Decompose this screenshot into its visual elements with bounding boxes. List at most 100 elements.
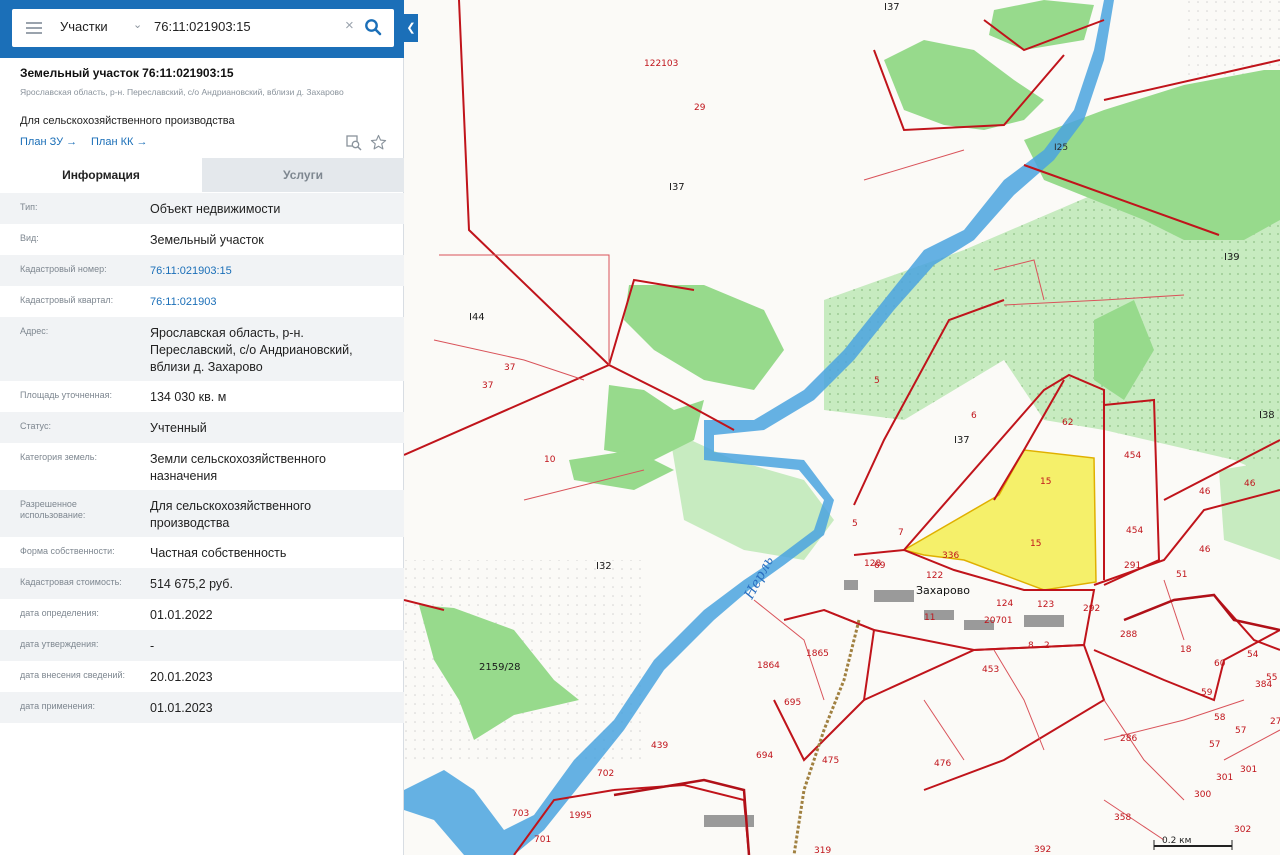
attribute-key: Адрес: [20,326,49,336]
parcel-label: 10 [544,455,556,465]
scale-label: 0.2 км [1162,836,1191,846]
parcel-label: 59 [1201,688,1213,698]
collapse-panel-button[interactable]: ❮ [404,14,418,42]
parcel-label: 37 [504,363,515,373]
parcel-label: 1865 [806,649,829,659]
selected-parcel[interactable] [902,449,1097,591]
clear-icon[interactable]: × [345,17,354,34]
parcel-label: 46 [1199,487,1211,497]
attribute-value: 01.01.2023 [150,701,213,715]
attribute-value-link[interactable]: 76:11:021903:15 [150,263,390,280]
tab-information[interactable]: Информация [0,158,202,192]
attribute-key: дата внесения сведений: [20,670,125,680]
parcel-label: 694 [756,751,773,761]
menu-icon[interactable] [26,22,42,34]
attribute-value-link[interactable]: 76:11:021903 [150,294,390,311]
chevron-down-icon[interactable]: ⌄ [133,18,142,31]
parcel-label: I25 [1054,143,1068,153]
parcel-label: 8 [1028,641,1034,651]
attribute-row: Вид: Земельный участок [0,224,404,255]
attribute-value: 514 675,2 руб. [150,577,233,591]
attribute-value: Учтенный [150,421,207,435]
zoom-to-object-icon[interactable] [346,135,362,151]
parcel-label: 122103 [644,59,678,69]
attribute-value: 134 030 кв. м [150,390,227,404]
parcel-label: 124 [996,599,1013,609]
attributes-table: Тип: Объект недвижимости Вид: Земельный уча… [0,193,404,723]
attribute-value: 20.01.2023 [150,670,213,684]
attribute-value: Частная собственность [150,546,287,560]
search-bar: Участки ⌄ 76:11:021903:15 × [0,0,404,58]
attribute-row: дата определения: 01.01.2022 [0,599,404,630]
parcel-label: I44 [469,312,485,323]
tabs: Информация Услуги [0,158,404,192]
map-canvas[interactable]: I37 122103 29 I37 I25 I39 I44 37 5 6 62 I37 I38 10 454… [404,0,1280,855]
parcel-label: 2 [1044,641,1050,651]
river-name-label: Нерль [741,554,777,603]
search-type-select[interactable]: Участки [60,19,108,34]
attribute-row: Площадь уточненная: 134 030 кв. м [0,381,404,412]
parcel-label: 29 [694,103,706,113]
parcel-label: 392 [1034,845,1051,855]
parcel-label: 5 [874,376,880,386]
parcel-label: I38 [1259,410,1275,421]
parcel-label: 302 [1234,825,1251,835]
parcel-label: 476 [934,759,951,769]
parcel-label: 18 [1180,645,1192,655]
parcel-label: 51 [1176,570,1187,580]
parcel-label: 300 [1194,790,1211,800]
attribute-row: Категория земель: Земли сельскохозяйствен… [0,443,404,490]
attribute-row: Статус: Учтенный [0,412,404,443]
parcel-label: I39 [1224,252,1240,263]
attribute-key: Вид: [20,233,39,243]
star-icon[interactable] [370,134,387,151]
plan-zu-link[interactable]: План ЗУ → [20,136,77,148]
parcel-label: 20701 [984,616,1013,626]
plan-kk-link[interactable]: План КК → [91,136,147,148]
parcel-label: I37 [669,182,685,193]
parcel-label: 292 [1083,604,1100,614]
search-icon[interactable] [364,18,382,36]
attribute-key: Категория земель: [20,452,97,462]
parcel-label: 275 [1270,717,1280,727]
forest-area [624,285,784,390]
info-panel: Участки ⌄ 76:11:021903:15 × ❮ Земельный … [0,0,418,855]
parcel-label: 695 [784,698,801,708]
parcel-label: 37 [482,381,493,391]
parcel-label: 122 [926,571,943,581]
parcel-label: 15 [1040,477,1051,487]
parcel-label: 384 [1255,680,1272,690]
search-input[interactable]: 76:11:021903:15 [154,19,251,34]
attribute-key: Кадастровая стоимость: [20,577,122,587]
parcel-label: 128 [864,559,881,569]
parcel-label: 7 [898,528,904,538]
parcel-label: 336 [942,551,959,561]
parcel-label: 454 [1126,526,1143,536]
attribute-value: Для сельскохозяйственного производства [150,499,312,530]
attribute-key: дата утверждения: [20,639,99,649]
attribute-key: Тип: [20,202,38,212]
parcel-label: 702 [597,769,614,779]
attribute-row: дата утверждения: - [0,630,404,661]
parcel-label: 439 [651,741,668,751]
cadastral-map[interactable]: I37 122103 29 I37 I25 I39 I44 37 5 6 62 I37 I38 10 454… [404,0,1280,855]
parcel-label: 475 [822,756,839,766]
tab-services[interactable]: Услуги [202,158,404,192]
parcel-label: 701 [534,835,551,845]
parcel-label: 57 [1235,726,1246,736]
attribute-value: Объект недвижимости [150,202,281,216]
parcel-label: 288 [1120,630,1137,640]
attribute-row: Форма собственности: Частная собственност… [0,537,404,568]
forest-light-area [1219,460,1280,560]
parcel-label: 46 [1244,479,1256,489]
attribute-value: 01.01.2022 [150,608,213,622]
attribute-row: дата применения: 01.01.2023 [0,692,404,723]
attribute-key: дата применения: [20,701,96,711]
parcel-label: 11 [924,613,935,623]
parcel-label: 453 [982,665,999,675]
attribute-key: Кадастровый квартал: [20,295,114,305]
attribute-row: Разрешенное использование: Для сельскохоз… [0,490,404,537]
parcel-label: 454 [1124,451,1141,461]
parcel-label: I37 [954,435,970,446]
object-address: Ярославская область, р-н. Переславский, … [20,87,344,97]
